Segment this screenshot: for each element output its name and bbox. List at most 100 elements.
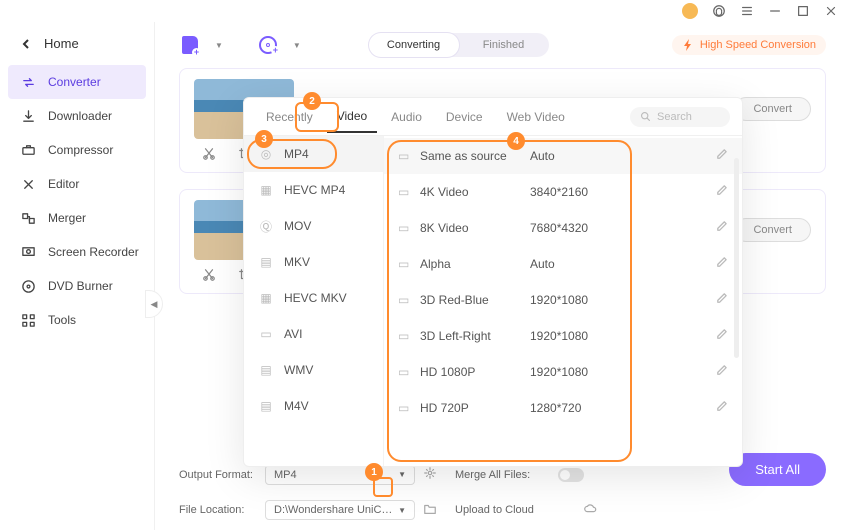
screen-recorder-icon — [20, 244, 36, 260]
folder-icon[interactable] — [423, 502, 447, 519]
minimize-icon[interactable] — [768, 4, 782, 18]
resolution-name: HD 1080P — [420, 365, 530, 379]
output-format-value: MP4 — [274, 469, 297, 481]
add-file-button[interactable] — [179, 34, 201, 56]
convert-button[interactable]: Convert — [734, 97, 811, 121]
chevron-down-icon[interactable]: ▼ — [215, 41, 223, 50]
resolution-value: Auto — [530, 257, 704, 271]
format-item-wmv[interactable]: ▤WMV — [244, 352, 383, 388]
sidebar: Home Converter Downloader Compressor Edi… — [0, 22, 155, 530]
sidebar-item-screen-recorder[interactable]: Screen Recorder — [0, 235, 154, 269]
close-icon[interactable] — [824, 4, 838, 18]
status-segment: Converting Finished — [369, 33, 549, 57]
codec-icon: ▦ — [258, 182, 274, 198]
sidebar-item-dvd-burner[interactable]: DVD Burner — [0, 269, 154, 303]
file-location-select[interactable]: D:\Wondershare UniConverter 1 ▼ — [265, 500, 415, 520]
resolution-row[interactable]: ▭HD 720P1280*720 — [384, 390, 742, 426]
codec-icon: ▦ — [258, 290, 274, 306]
video-frame-icon: ▭ — [398, 365, 420, 379]
resolution-name: 8K Video — [420, 221, 530, 235]
high-speed-badge[interactable]: High Speed Conversion — [672, 35, 826, 55]
format-item-hevc-mkv[interactable]: ▦HEVC MKV — [244, 280, 383, 316]
panel-tab-audio[interactable]: Audio — [381, 102, 432, 132]
resolution-row[interactable]: ▭Same as sourceAuto — [384, 138, 742, 174]
add-dvd-button[interactable] — [257, 34, 279, 56]
file-location-value: D:\Wondershare UniConverter 1 — [274, 504, 398, 516]
file-location-label: File Location: — [179, 504, 257, 516]
edit-preset-icon[interactable] — [715, 400, 728, 416]
sidebar-item-label: Editor — [48, 177, 79, 191]
user-avatar[interactable] — [682, 3, 698, 19]
panel-tab-video[interactable]: Video — [327, 101, 377, 133]
sidebar-item-tools[interactable]: Tools — [0, 303, 154, 337]
sidebar-item-label: Merger — [48, 211, 86, 225]
sidebar-item-label: Downloader — [48, 109, 112, 123]
resolution-row[interactable]: ▭8K Video7680*4320 — [384, 210, 742, 246]
video-frame-icon: ▭ — [398, 221, 420, 235]
resolution-row[interactable]: ▭AlphaAuto — [384, 246, 742, 282]
output-bar: Output Format: MP4 ▼ Merge All Files: St… — [179, 463, 826, 520]
format-list: ◎MP4 ▦HEVC MP4 ⓆMOV ▤MKV ▦HEVC MKV ▭AVI … — [244, 136, 384, 466]
high-speed-label: High Speed Conversion — [700, 39, 816, 51]
resolution-value: Auto — [530, 149, 704, 163]
segment-finished[interactable]: Finished — [459, 33, 549, 57]
format-item-hevc-mp4[interactable]: ▦HEVC MP4 — [244, 172, 383, 208]
menu-icon[interactable] — [740, 4, 754, 18]
format-label: MKV — [284, 255, 310, 269]
edit-preset-icon[interactable] — [715, 148, 728, 164]
sidebar-item-downloader[interactable]: Downloader — [0, 99, 154, 133]
output-format-label: Output Format: — [179, 469, 257, 481]
edit-preset-icon[interactable] — [715, 184, 728, 200]
resolution-name: Alpha — [420, 257, 530, 271]
chevron-down-icon[interactable]: ▼ — [293, 41, 301, 50]
resolution-name: 3D Red-Blue — [420, 293, 530, 307]
panel-scrollbar[interactable] — [734, 158, 739, 358]
support-icon[interactable] — [712, 4, 726, 18]
search-placeholder: Search — [657, 111, 692, 123]
resolution-row[interactable]: ▭HD 1080P1920*1080 — [384, 354, 742, 390]
edit-preset-icon[interactable] — [715, 292, 728, 308]
merger-icon — [20, 210, 36, 226]
edit-preset-icon[interactable] — [715, 220, 728, 236]
topbar: ▼ ▼ Converting Finished High Speed Conve… — [155, 22, 850, 68]
edit-preset-icon[interactable] — [715, 364, 728, 380]
search-icon — [640, 111, 651, 122]
sidebar-item-compressor[interactable]: Compressor — [0, 133, 154, 167]
main-panel: ▼ ▼ Converting Finished High Speed Conve… — [155, 22, 850, 530]
format-item-mov[interactable]: ⓆMOV — [244, 208, 383, 244]
step-badge-4: 4 — [507, 132, 525, 150]
segment-converting[interactable]: Converting — [369, 33, 459, 57]
film-icon: ▤ — [258, 254, 274, 270]
format-item-avi[interactable]: ▭AVI — [244, 316, 383, 352]
trim-icon[interactable] — [202, 147, 216, 164]
convert-button[interactable]: Convert — [734, 218, 811, 242]
resolution-row[interactable]: ▭3D Left-Right1920*1080 — [384, 318, 742, 354]
panel-tab-device[interactable]: Device — [436, 102, 493, 132]
dvd-icon — [20, 278, 36, 294]
format-item-m4v[interactable]: ▤M4V — [244, 388, 383, 424]
edit-preset-icon[interactable] — [715, 256, 728, 272]
cloud-icon[interactable] — [583, 502, 607, 519]
format-panel: Recently Video Audio Device Web Video Se… — [243, 97, 743, 467]
sidebar-item-merger[interactable]: Merger — [0, 201, 154, 235]
output-format-select[interactable]: MP4 ▼ — [265, 465, 415, 485]
home-link[interactable]: Home — [0, 30, 154, 65]
resolution-row[interactable]: ▭4K Video3840*2160 — [384, 174, 742, 210]
start-all-button[interactable]: Start All — [729, 453, 826, 486]
merge-toggle[interactable] — [558, 468, 584, 482]
resolution-row[interactable]: ▭3D Red-Blue1920*1080 — [384, 282, 742, 318]
format-label: M4V — [284, 399, 309, 413]
format-item-mkv[interactable]: ▤ MKV — [244, 244, 383, 280]
gear-icon[interactable] — [423, 466, 447, 483]
edit-preset-icon[interactable] — [715, 328, 728, 344]
trim-icon[interactable] — [202, 268, 216, 285]
chevron-down-icon: ▼ — [398, 506, 406, 515]
video-frame-icon: ▭ — [398, 329, 420, 343]
panel-tab-web-video[interactable]: Web Video — [497, 102, 575, 132]
sidebar-item-converter[interactable]: Converter — [8, 65, 146, 99]
format-label: WMV — [284, 363, 313, 377]
resolution-value: 7680*4320 — [530, 221, 704, 235]
panel-search[interactable]: Search — [630, 107, 730, 127]
maximize-icon[interactable] — [796, 4, 810, 18]
sidebar-item-editor[interactable]: Editor — [0, 167, 154, 201]
